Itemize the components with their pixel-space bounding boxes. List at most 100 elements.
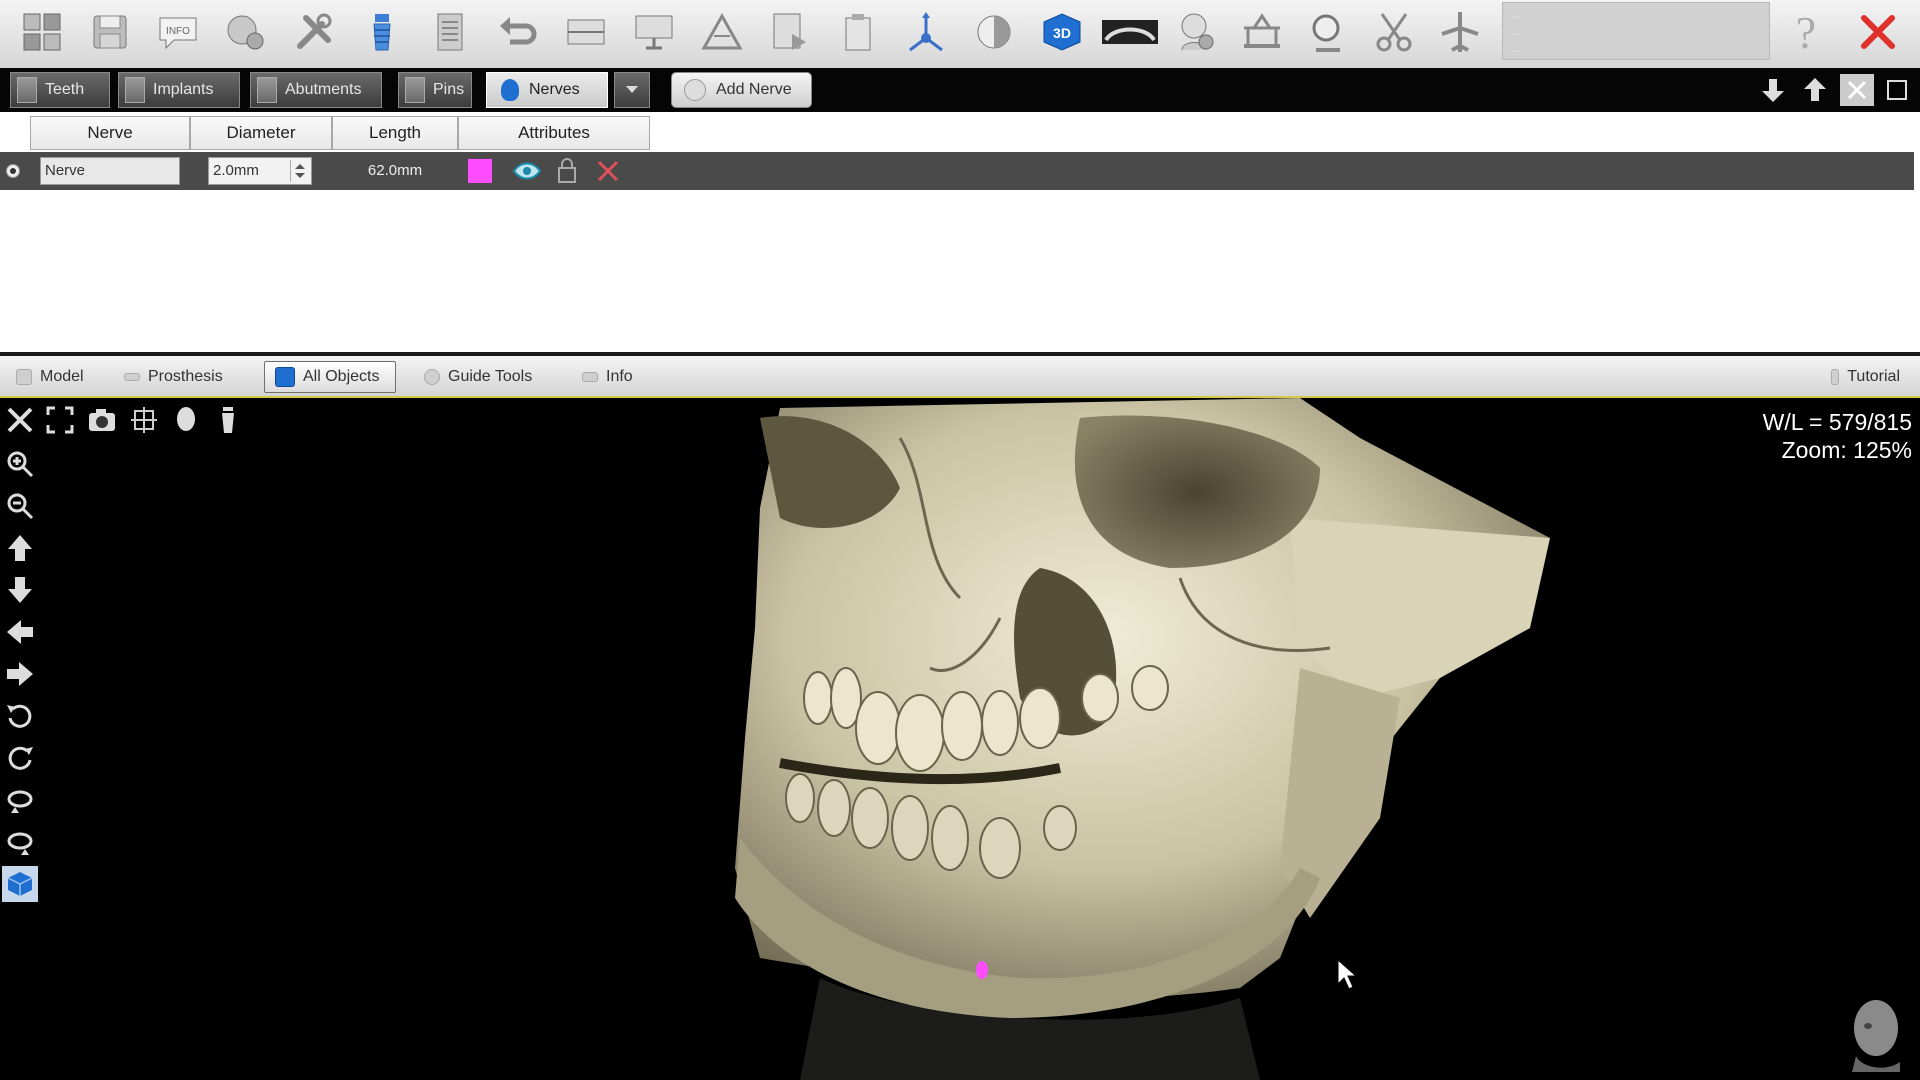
tab-guide-tools[interactable]: Guide Tools <box>424 361 532 393</box>
status-line: ... <box>1511 6 1521 21</box>
head-view-icon[interactable] <box>168 402 204 438</box>
help-icon[interactable]: ? <box>1780 6 1832 58</box>
tilt-forward-icon[interactable] <box>2 782 38 818</box>
rotate-ccw-icon[interactable] <box>2 698 38 734</box>
rotate-cw-icon[interactable] <box>2 740 38 776</box>
fit-screen-icon[interactable] <box>42 402 78 438</box>
pan-up-icon[interactable] <box>2 530 38 566</box>
tab-prosthesis[interactable]: Prosthesis <box>124 361 223 393</box>
align-icon[interactable] <box>560 6 612 58</box>
info-icon[interactable]: INFO <box>152 6 204 58</box>
table-row[interactable]: Nerve 2.0mm 62.0mm <box>0 152 1914 190</box>
tab-all-objects[interactable]: All Objects <box>264 361 396 393</box>
skull-3d-render[interactable] <box>0 398 1920 1080</box>
tab-label: Guide Tools <box>448 368 533 385</box>
measure-icon[interactable] <box>696 6 748 58</box>
axes-icon[interactable] <box>900 6 952 58</box>
tutorial-icon <box>1831 369 1840 385</box>
eye-visibility-icon[interactable] <box>512 158 542 184</box>
mouse-cursor-icon <box>1337 958 1358 990</box>
3d-mode-icon[interactable] <box>2 866 38 902</box>
airplane-icon[interactable] <box>1434 6 1486 58</box>
tab-model[interactable]: Model <box>16 361 84 393</box>
cut-icon[interactable] <box>1368 6 1420 58</box>
move-down-icon[interactable] <box>1756 74 1790 106</box>
layout-icon[interactable] <box>16 6 68 58</box>
nerve-name-value: Nerve <box>45 162 86 179</box>
pan-right-icon[interactable] <box>2 656 38 692</box>
clipboard-icon[interactable] <box>832 6 884 58</box>
bridge-icon[interactable] <box>1236 6 1288 58</box>
stepper-arrows-icon[interactable] <box>290 160 309 182</box>
zoom-out-icon[interactable] <box>2 488 38 524</box>
column-header-nerve: Nerve <box>30 116 190 150</box>
tab-nerves[interactable]: Nerves <box>486 72 608 108</box>
guide-tools-icon <box>424 369 440 385</box>
all-objects-icon <box>275 367 295 387</box>
tab-info[interactable]: Info <box>582 361 633 393</box>
zoom-in-icon[interactable] <box>2 446 38 482</box>
contrast-icon[interactable] <box>968 6 1020 58</box>
3d-view-icon[interactable]: 3D <box>1036 6 1088 58</box>
undo-icon[interactable] <box>492 6 544 58</box>
add-nerve-button[interactable]: Add Nerve <box>671 72 812 108</box>
nerve-color-swatch[interactable] <box>468 159 492 183</box>
delete-nerve-icon[interactable] <box>596 159 620 183</box>
3d-viewport[interactable]: W/L = 579/815 Zoom: 125% <box>0 398 1920 1080</box>
tilt-back-icon[interactable] <box>2 824 38 860</box>
tutorial-link[interactable]: Tutorial <box>1831 361 1900 393</box>
diameter-stepper[interactable]: 2.0mm <box>208 157 312 185</box>
implant-tab-icon <box>125 77 145 103</box>
implant-icon[interactable] <box>356 6 408 58</box>
measure-tools-icon[interactable] <box>2 402 38 438</box>
zoom-search-icon[interactable] <box>1302 6 1354 58</box>
tab-label: Teeth <box>45 81 85 98</box>
panoramic-icon[interactable] <box>1100 6 1160 58</box>
tab-label: Implants <box>153 81 214 98</box>
tab-pins[interactable]: Pins <box>398 72 472 108</box>
tab-label: Abutments <box>285 81 362 98</box>
save-icon[interactable] <box>84 6 136 58</box>
row-select-radio[interactable] <box>6 164 20 178</box>
pan-left-icon[interactable] <box>2 614 38 650</box>
tab-implants[interactable]: Implants <box>118 72 240 108</box>
crosshair-icon[interactable] <box>126 402 162 438</box>
tab-label: Prosthesis <box>148 368 223 385</box>
monitor-icon[interactable] <box>628 6 680 58</box>
implant-view-icon[interactable] <box>210 402 246 438</box>
tab-label: Model <box>40 368 84 385</box>
tutorial-label: Tutorial <box>1847 368 1900 385</box>
tab-label: All Objects <box>303 368 380 385</box>
zoom-level-text: Zoom: 125% <box>1781 437 1912 463</box>
move-up-icon[interactable] <box>1798 74 1832 106</box>
status-line: ... <box>1511 40 1521 55</box>
prosthesis-icon <box>124 373 140 381</box>
maximize-panel-icon[interactable] <box>1880 74 1914 106</box>
svg-text:3D: 3D <box>1053 25 1071 41</box>
diameter-value: 2.0mm <box>213 162 259 179</box>
lock-icon[interactable] <box>556 158 578 184</box>
object-tab-bar: Teeth Implants Abutments Pins Nerves Add… <box>0 68 1920 112</box>
nerve-marker[interactable] <box>976 961 988 979</box>
nerve-name-field[interactable]: Nerve <box>40 157 180 185</box>
main-toolbar: INFO 3D ... ... ... ? <box>0 0 1920 69</box>
close-icon[interactable] <box>1852 6 1904 58</box>
collapse-panel-icon[interactable] <box>1840 74 1874 106</box>
report-icon[interactable] <box>424 6 476 58</box>
tooth-icon <box>17 77 37 103</box>
export-icon[interactable] <box>764 6 816 58</box>
pin-icon <box>405 77 425 103</box>
render-settings-icon[interactable] <box>220 6 272 58</box>
camera-icon[interactable] <box>84 402 120 438</box>
tools-icon[interactable] <box>288 6 340 58</box>
tab-teeth[interactable]: Teeth <box>10 72 110 108</box>
head-gear-icon[interactable] <box>1170 6 1222 58</box>
tab-label: Nerves <box>529 81 580 98</box>
pan-down-icon[interactable] <box>2 572 38 608</box>
tab-dropdown[interactable] <box>614 72 650 108</box>
column-header-attributes: Attributes <box>458 116 650 150</box>
tab-abutments[interactable]: Abutments <box>250 72 382 108</box>
row-empty-area <box>650 152 1914 190</box>
orientation-head-icon[interactable] <box>1842 996 1906 1072</box>
svg-text:INFO: INFO <box>166 26 190 37</box>
